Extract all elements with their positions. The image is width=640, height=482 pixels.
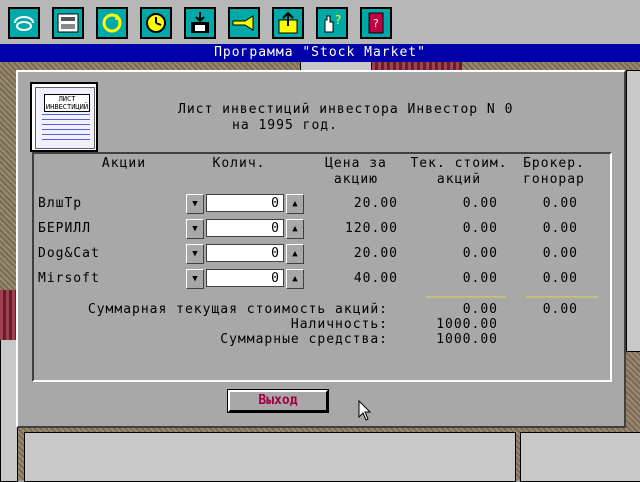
export-icon <box>278 11 298 34</box>
column-header-fee-2: гонорар <box>523 172 585 187</box>
background-window-pink-left <box>0 290 16 340</box>
background-window-right <box>626 70 640 352</box>
sheet-subheading: на 1995 год. <box>232 118 338 133</box>
phone-icon <box>14 16 34 31</box>
export-button[interactable] <box>272 7 304 39</box>
horn-button[interactable] <box>228 7 260 39</box>
column-header-qty: Колич. <box>212 156 266 171</box>
quantity-stepper: ▼ 0 ▲ <box>186 194 306 214</box>
phone-button[interactable] <box>8 7 40 39</box>
svg-text:?: ? <box>373 17 379 30</box>
quantity-field[interactable]: 0 <box>206 219 284 237</box>
current-value: 0.00 <box>462 221 498 236</box>
stock-name: Mirsoft <box>38 271 100 286</box>
toolbar: ? ? <box>0 0 640 45</box>
column-header-price-1: Цена за <box>325 156 387 171</box>
svg-text:?: ? <box>335 13 341 27</box>
clock-button[interactable] <box>140 7 172 39</box>
total-value: 0.00 <box>462 302 498 317</box>
total-fee: 0.00 <box>542 302 578 317</box>
quantity-stepper: ▼ 0 ▲ <box>186 219 306 239</box>
help-button[interactable]: ? <box>316 7 348 39</box>
decrement-button[interactable]: ▼ <box>186 269 204 289</box>
increment-button[interactable]: ▲ <box>286 219 304 239</box>
quantity-field[interactable]: 0 <box>206 269 284 287</box>
increment-button[interactable]: ▲ <box>286 269 304 289</box>
column-header-stock: Акции <box>101 156 147 171</box>
current-value: 0.00 <box>462 246 498 261</box>
icon-caption: ЛИСТ <box>58 95 76 103</box>
broker-fee-value: 0.00 <box>542 196 578 211</box>
stock-name: БЕРИЛЛ <box>38 221 91 236</box>
price-value: 20.00 <box>353 246 398 261</box>
icon-subcaption: ИНВЕСТИЦИЙ <box>45 103 89 111</box>
column-header-price-2: акцию <box>333 172 379 187</box>
increment-button[interactable]: ▲ <box>286 244 304 264</box>
window-title: Программа "Stock Market" <box>0 44 640 62</box>
stock-name: ВлшТр <box>38 196 83 211</box>
fee-underline <box>526 296 598 298</box>
total-value-label: Суммарная текущая стоимость акций: <box>87 302 388 317</box>
save-button[interactable] <box>184 7 216 39</box>
total-funds-label: Суммарные средства: <box>220 332 388 347</box>
total-underline <box>426 296 506 298</box>
calculator-button[interactable] <box>52 7 84 39</box>
calculator-icon <box>57 13 79 33</box>
refresh-icon <box>102 13 122 33</box>
mouse-cursor-icon <box>358 400 372 421</box>
increment-button[interactable]: ▲ <box>286 194 304 214</box>
investment-table: Акции Колич. Цена за акцию Тек. стоим. а… <box>32 152 612 382</box>
clock-icon <box>146 13 166 33</box>
decrement-button[interactable]: ▼ <box>186 219 204 239</box>
column-header-value-2: акций <box>436 172 482 187</box>
price-value: 120.00 <box>345 221 398 236</box>
quantity-stepper: ▼ 0 ▲ <box>186 244 306 264</box>
background-window-bottom <box>24 432 516 482</box>
sheet-heading: Лист инвестиций инвестора Инвестор N 0 <box>178 102 514 117</box>
book-icon: ? <box>368 12 384 34</box>
broker-fee-value: 0.00 <box>542 246 578 261</box>
help-icon: ? <box>324 13 341 33</box>
document-icon: ЛИСТ ИНВЕСТИЦИЙ <box>30 82 98 152</box>
current-value: 0.00 <box>462 196 498 211</box>
total-funds-value: 1000.00 <box>436 332 498 347</box>
decrement-button[interactable]: ▼ <box>186 194 204 214</box>
save-icon <box>191 12 209 33</box>
decrement-button[interactable]: ▼ <box>186 244 204 264</box>
current-value: 0.00 <box>462 271 498 286</box>
book-button[interactable]: ? <box>360 7 392 39</box>
price-value: 40.00 <box>353 271 398 286</box>
price-value: 20.00 <box>353 196 398 211</box>
exit-button[interactable]: Выход <box>227 389 329 413</box>
column-header-fee-1: Брокер. <box>523 156 585 171</box>
broker-fee-value: 0.00 <box>542 271 578 286</box>
background-window-bottom-right <box>520 432 640 482</box>
investment-sheet-dialog: ЛИСТ ИНВЕСТИЦИЙ Лист инвестиций инвестора… <box>16 70 626 428</box>
cash-value: 1000.00 <box>436 317 498 332</box>
quantity-field[interactable]: 0 <box>206 244 284 262</box>
quantity-field[interactable]: 0 <box>206 194 284 212</box>
horn-icon <box>232 15 254 31</box>
broker-fee-value: 0.00 <box>542 221 578 236</box>
stock-name: Dog&Cat <box>38 246 100 261</box>
column-header-value-1: Тек. стоим. <box>410 156 508 171</box>
cash-label: Наличность: <box>290 317 388 332</box>
quantity-stepper: ▼ 0 ▲ <box>186 269 306 289</box>
refresh-button[interactable] <box>96 7 128 39</box>
